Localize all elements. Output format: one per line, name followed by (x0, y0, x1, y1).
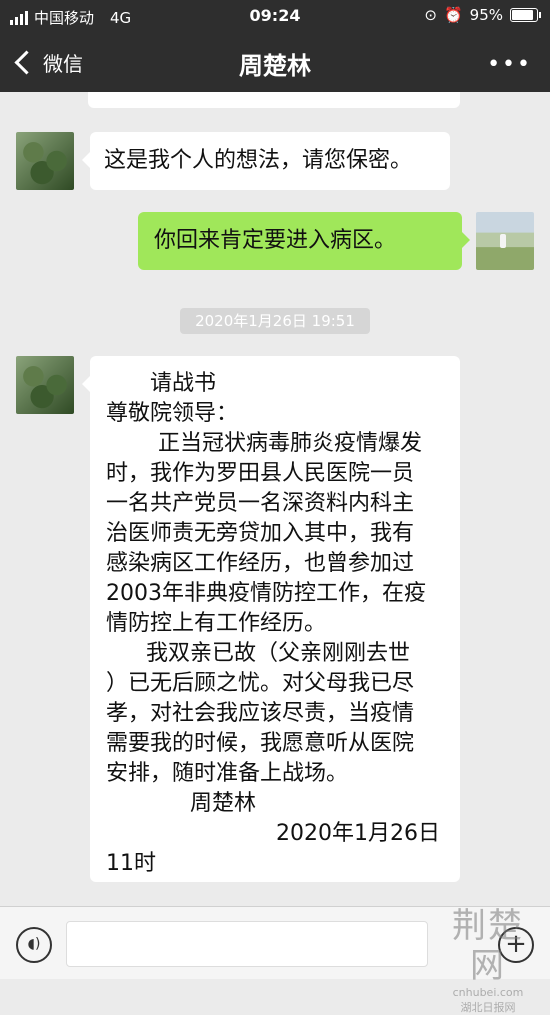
letter-line: 孝，对社会我应该尽责，当疫情 (106, 701, 415, 726)
message-input[interactable] (66, 921, 428, 967)
message-bubble-incoming[interactable]: 这是我个人的想法，请您保密。 (82, 132, 450, 190)
message-timestamp: 2020年1月26日 19:51 (180, 308, 370, 334)
message-text: 你回来肯定要进入病区。 (154, 228, 397, 253)
contact-avatar[interactable] (16, 132, 74, 190)
alarm-icon: ⏰ (443, 6, 463, 24)
letter-line: 情防控上有工作经历。 (106, 611, 327, 636)
watermark-site: cnhubei.com (452, 986, 524, 999)
letter-line: 治医师责无旁贷加入其中，我有 (106, 521, 415, 546)
battery-icon (510, 8, 541, 22)
letter-date: 2020年1月26日 (276, 821, 440, 846)
letter-line: 尊敬院领导： (106, 401, 239, 426)
letter-line: 时，我作为罗田县人民医院一员 (106, 461, 415, 486)
message-text: 这是我个人的想法，请您保密。 (104, 148, 413, 173)
speaker-icon[interactable]: ◖) (16, 927, 52, 963)
letter-line: 正当冠状病毒肺炎疫情爆发 (158, 431, 423, 456)
watermark-logo: 荆楚网 cnhubei.com 湖北日报网 (438, 906, 538, 1014)
lock-rotation-icon: ⊙ (424, 6, 437, 24)
self-avatar[interactable] (476, 212, 534, 270)
letter-heading: 请战书 (150, 371, 217, 396)
battery-percent: 95% (469, 6, 503, 24)
chat-title: 周楚林 (239, 52, 311, 80)
message-bubble-letter[interactable]: 请战书 尊敬院领导： 正当冠状病毒肺炎疫情爆发 时，我作为罗田县人民医院一员 一… (82, 356, 460, 882)
letter-line: 需要我的时候，我愿意听从医院 (106, 731, 415, 756)
message-bubble-outgoing[interactable]: 你回来肯定要进入病区。 (138, 212, 470, 270)
letter-line: 一名共产党员一名深资料内科主 (106, 491, 415, 516)
previous-message-bubble[interactable] (88, 92, 460, 108)
status-bar: 中国移动 4G 09:24 ⊙ ⏰ 95% (0, 0, 550, 32)
contact-avatar[interactable] (16, 356, 74, 414)
letter-line: 2003年非典疫情防控工作，在疫 (106, 581, 426, 606)
letter-line: 安排，随时准备上战场。 (106, 761, 349, 786)
nav-bar: 微信 周楚林 ••• (0, 32, 550, 92)
letter-line: 感染病区工作经历，也曾参加过 (106, 551, 415, 576)
letter-line: 我双亲已故（父亲刚刚去世 (146, 641, 411, 666)
more-button[interactable]: ••• (487, 52, 532, 77)
watermark-sub: 湖北日报网 (460, 1001, 516, 1014)
watermark-brand: 荆楚网 (452, 906, 524, 986)
letter-line: ）已无后顾之忧。对父母我已尽 (106, 671, 415, 696)
letter-signature: 周楚林 (190, 791, 257, 816)
letter-time: 11时 (106, 851, 156, 876)
